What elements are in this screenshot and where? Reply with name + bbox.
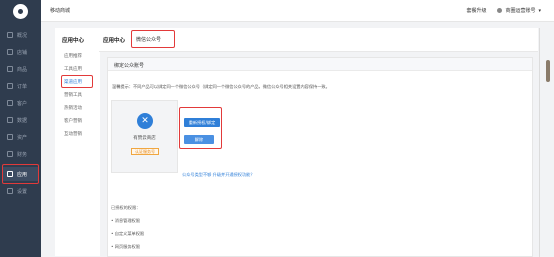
permission-title: 已授权的权限： — [111, 205, 141, 210]
highlight-box-rebind — [179, 107, 222, 149]
main-panel: 绑定公众账号 温馨提示：不同产品可以绑定同一个微信公众号（绑定同一个微信公众号的… — [107, 57, 533, 257]
permission-item: • 网页服务权限 — [111, 244, 140, 249]
tip-text: 温馨提示：不同产品可以绑定同一个微信公众号（绑定同一个微信公众号的产品，微信公众… — [112, 84, 330, 89]
sidebar-item-label: 设置 — [17, 188, 28, 195]
panel-title: 绑定公众账号 — [108, 58, 532, 71]
subnav-item-marketing[interactable]: 营销工具 — [64, 92, 82, 98]
sidebar-item-label: 店铺 — [17, 49, 28, 56]
sidebar-item-customers[interactable]: 客户 — [3, 96, 38, 110]
subnav-item-recommend[interactable]: 应用推荐 — [64, 53, 82, 59]
upgrade-link[interactable]: 公众号类型不够 升级并开通授权功能？ — [182, 172, 255, 178]
subnav-title: 应用中心 — [62, 38, 85, 44]
user-name: 商圈运营账号 — [505, 8, 536, 14]
status-badge: 认证服务号 — [131, 148, 159, 155]
sidebar: 概况 店铺 商品 订单 客户 数据 资产 财务 应用 设置 — [0, 0, 41, 257]
tab-app-center[interactable]: 应用中心 — [103, 36, 125, 44]
subnav-item-hot[interactable]: 热销活动 — [64, 105, 82, 111]
sidebar-item-label: 概况 — [17, 32, 28, 39]
dashboard-icon — [7, 32, 13, 38]
logo-icon[interactable] — [13, 4, 28, 19]
order-icon — [7, 83, 13, 89]
goods-icon — [7, 66, 13, 72]
account-card: ✕ 有赞云商店 认证服务号 — [111, 100, 178, 173]
sidebar-item-label: 商品 — [17, 66, 28, 73]
chevron-down-icon: ▾ — [538, 7, 541, 14]
avatar — [497, 8, 503, 13]
sidebar-item-label: 财务 — [17, 151, 28, 158]
sidebar-item-label: 资产 — [17, 134, 28, 141]
finance-icon — [7, 151, 13, 157]
sidebar-item-label: 数据 — [17, 117, 28, 124]
settings-icon — [7, 188, 13, 194]
sidebar-item-assets[interactable]: 资产 — [3, 130, 38, 144]
permission-item: • 消息管理权限 — [111, 218, 140, 223]
sidebar-item-shop[interactable]: 店铺 — [3, 45, 38, 59]
scrollbar[interactable] — [546, 60, 550, 82]
permission-item: • 自定义菜单权限 — [111, 231, 145, 236]
app-title: 移动商城 — [50, 8, 71, 14]
subnav-item-interactive[interactable]: 互动营销 — [64, 131, 82, 137]
sidebar-item-goods[interactable]: 商品 — [3, 62, 38, 76]
sidebar-item-orders[interactable]: 订单 — [3, 79, 38, 93]
upgrade-link[interactable]: 套餐升级 — [466, 7, 486, 14]
highlight-box-tab — [131, 30, 175, 48]
customer-icon — [7, 100, 13, 106]
sub-nav: 应用中心 应用推荐 工具应用 渠道应用 营销工具 热销活动 客户营销 互动营销 — [55, 28, 100, 256]
data-icon — [7, 117, 13, 123]
subnav-item-tools[interactable]: 工具应用 — [64, 66, 82, 72]
top-bar: 移动商城 套餐升级 商圈运营账号 ▾ — [41, 0, 554, 22]
asset-icon — [7, 134, 13, 140]
sidebar-item-finance[interactable]: 财务 — [3, 147, 38, 161]
account-name: 有赞云商店 — [133, 136, 156, 141]
highlight-box-channel — [61, 75, 93, 88]
sidebar-item-label: 订单 — [17, 83, 28, 90]
sidebar-item-label: 客户 — [17, 100, 28, 107]
highlight-box-apps — [2, 164, 39, 184]
account-logo-icon: ✕ — [137, 113, 153, 129]
sidebar-item-overview[interactable]: 概况 — [3, 28, 38, 42]
user-menu[interactable]: 商圈运营账号 ▾ — [497, 7, 541, 14]
shop-icon — [7, 49, 13, 55]
sidebar-item-data[interactable]: 数据 — [3, 113, 38, 127]
subnav-item-customer-marketing[interactable]: 客户营销 — [64, 118, 82, 124]
divider — [539, 28, 540, 257]
sidebar-item-settings[interactable]: 设置 — [3, 184, 38, 198]
